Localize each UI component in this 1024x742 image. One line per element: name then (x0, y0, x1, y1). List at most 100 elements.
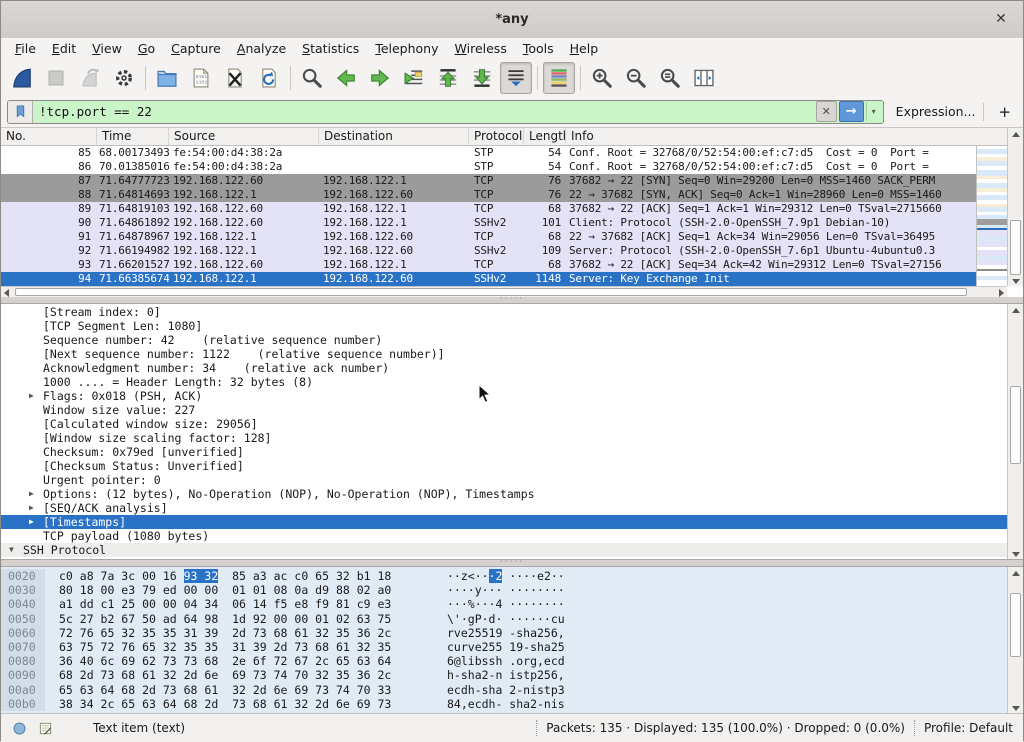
packet-row-93[interactable]: 9371.662015274192.168.122.60192.168.122.… (1, 258, 976, 272)
detail-line[interactable]: ▶Flags: 0x018 (PSH, ACK) (1, 389, 1007, 403)
go-first-button[interactable] (432, 62, 464, 94)
add-filter-button[interactable]: + (992, 103, 1017, 121)
scroll-up-arrow-icon[interactable] (1012, 308, 1020, 313)
scrollbar-thumb[interactable] (1010, 220, 1021, 276)
detail-line[interactable]: [Next sequence number: 1122 (relative se… (1, 347, 1007, 361)
zoom-original-button[interactable] (654, 62, 686, 94)
detail-line[interactable]: Urgent pointer: 0 (1, 473, 1007, 487)
menu-statistics[interactable]: Statistics (294, 39, 367, 58)
scroll-down-arrow-icon[interactable] (1012, 279, 1020, 284)
menu-file[interactable]: File (7, 39, 44, 58)
packet-row-88[interactable]: 8871.648146932192.168.122.1192.168.122.6… (1, 188, 976, 202)
column-header-no[interactable]: No. (1, 128, 97, 145)
menu-tools[interactable]: Tools (515, 39, 562, 58)
stop-capture-button[interactable] (40, 62, 72, 94)
hex-row-0030[interactable]: 003080 18 00 e3 79 ed 00 00 01 01 08 0a … (1, 583, 1007, 597)
detail-line[interactable]: [Stream index: 0] (1, 305, 1007, 319)
scroll-down-arrow-icon[interactable] (1012, 706, 1020, 711)
display-filter-input[interactable] (33, 104, 816, 119)
menu-analyze[interactable]: Analyze (229, 39, 294, 58)
packet-row-89[interactable]: 8971.648191037192.168.122.60192.168.122.… (1, 202, 976, 216)
zoom-in-button[interactable] (586, 62, 618, 94)
hex-row-00a0[interactable]: 00a065 63 64 68 2d 73 68 61 32 2d 6e 69 … (1, 683, 1007, 697)
hex-row-0060[interactable]: 006072 76 65 32 35 35 31 39 2d 73 68 61 … (1, 626, 1007, 640)
detail-line[interactable]: ▼SSH Protocol (1, 543, 1007, 557)
detail-line[interactable]: 1000 .... = Header Length: 32 bytes (8) (1, 375, 1007, 389)
detail-line[interactable]: Acknowledgment number: 34 (relative ack … (1, 361, 1007, 375)
capture-comment-button[interactable] (37, 720, 53, 736)
collapsed-triangle-icon[interactable]: ▶ (29, 501, 43, 515)
hex-row-0050[interactable]: 00505c 27 b2 67 50 ad 64 98 1d 92 00 00 … (1, 612, 1007, 626)
save-file-button[interactable]: 01011101 (185, 62, 217, 94)
column-header-length[interactable]: Length (524, 128, 566, 145)
scroll-up-arrow-icon[interactable] (1012, 571, 1020, 576)
scrollbar-thumb[interactable] (1010, 386, 1021, 465)
detail-line[interactable]: ▶Options: (12 bytes), No-Operation (NOP)… (1, 487, 1007, 501)
column-header-time[interactable]: Time (97, 128, 169, 145)
menu-view[interactable]: View (84, 39, 130, 58)
packet-row-94[interactable]: 9471.663856741192.168.122.1192.168.122.6… (1, 272, 976, 286)
detail-line[interactable]: [Window size scaling factor: 128] (1, 431, 1007, 445)
go-forward-button[interactable] (364, 62, 396, 94)
hscrollbar-thumb[interactable] (15, 288, 967, 296)
scroll-up-arrow-icon[interactable] (1012, 132, 1020, 137)
go-to-packet-button[interactable] (398, 62, 430, 94)
scrollbar-thumb[interactable] (1010, 593, 1021, 656)
detail-line[interactable]: [TCP Segment Len: 1080] (1, 319, 1007, 333)
colorize-button[interactable] (543, 62, 575, 94)
reload-file-button[interactable] (253, 62, 285, 94)
column-header-source[interactable]: Source (169, 128, 319, 145)
find-packet-button[interactable] (296, 62, 328, 94)
hex-row-0090[interactable]: 009068 2d 73 68 61 32 2d 6e 69 73 74 70 … (1, 668, 1007, 682)
collapsed-triangle-icon[interactable]: ▶ (29, 515, 43, 529)
intelligent-scrollbar-minimap[interactable] (976, 146, 1007, 286)
auto-scroll-button[interactable] (500, 62, 532, 94)
restart-capture-button[interactable] (74, 62, 106, 94)
detail-line[interactable]: [Calculated window size: 29056] (1, 417, 1007, 431)
detail-line[interactable]: [Checksum Status: Unverified] (1, 459, 1007, 473)
column-header-protocol[interactable]: Protocol (469, 128, 524, 145)
detail-line[interactable]: Sequence number: 42 (relative sequence n… (1, 333, 1007, 347)
zoom-out-button[interactable] (620, 62, 652, 94)
close-file-button[interactable] (219, 62, 251, 94)
menu-help[interactable]: Help (562, 39, 607, 58)
detail-line[interactable]: ▶[SEQ/ACK analysis] (1, 501, 1007, 515)
go-back-button[interactable] (330, 62, 362, 94)
menu-wireless[interactable]: Wireless (447, 39, 515, 58)
hex-row-0080[interactable]: 008036 40 6c 69 62 73 73 68 2e 6f 72 67 … (1, 654, 1007, 668)
expert-info-button[interactable] (11, 720, 27, 736)
column-header-info[interactable]: Info (566, 128, 1007, 145)
menu-telephony[interactable]: Telephony (367, 39, 446, 58)
open-file-button[interactable] (151, 62, 183, 94)
packet-list-vscrollbar[interactable] (1007, 128, 1023, 286)
packet-row-92[interactable]: 9271.661949820192.168.122.1192.168.122.6… (1, 244, 976, 258)
go-last-button[interactable] (466, 62, 498, 94)
hex-row-0040[interactable]: 0040a1 dd c1 25 00 00 04 34 06 14 f5 e8 … (1, 597, 1007, 611)
details-vscrollbar[interactable] (1007, 304, 1023, 559)
collapsed-triangle-icon[interactable]: ▶ (29, 487, 43, 501)
detail-line[interactable]: TCP payload (1080 bytes) (1, 529, 1007, 543)
close-window-button[interactable]: ✕ (992, 10, 1010, 28)
hex-row-0020[interactable]: 0020c0 a8 7a 3c 00 16 93 32 85 a3 ac c0 … (1, 569, 1007, 583)
hex-row-0070[interactable]: 007063 75 72 76 65 32 35 35 31 39 2d 73 … (1, 640, 1007, 654)
menu-capture[interactable]: Capture (163, 39, 229, 58)
packet-row-90[interactable]: 9071.648618924192.168.122.60192.168.122.… (1, 216, 976, 230)
expanded-triangle-icon[interactable]: ▼ (9, 543, 23, 557)
menu-edit[interactable]: Edit (44, 39, 84, 58)
detail-line[interactable]: Window size value: 227 (1, 403, 1007, 417)
filter-apply-button[interactable]: → (839, 101, 864, 122)
scroll-down-arrow-icon[interactable] (1012, 552, 1020, 557)
filter-clear-button[interactable]: ✕ (816, 101, 837, 122)
menu-go[interactable]: Go (130, 39, 163, 58)
packet-row-91[interactable]: 9171.648789678192.168.122.1192.168.122.6… (1, 230, 976, 244)
packet-row-86[interactable]: 8670.013850163fe:54:00:d4:38:2aSTP54Conf… (1, 160, 976, 174)
column-header-destination[interactable]: Destination (319, 128, 469, 145)
hex-row-00b0[interactable]: 00b038 34 2c 65 63 64 68 2d 73 68 61 32 … (1, 697, 1007, 711)
scroll-left-arrow-icon[interactable] (4, 289, 9, 297)
hex-vscrollbar[interactable] (1007, 567, 1023, 713)
collapsed-triangle-icon[interactable]: ▶ (29, 389, 43, 403)
resize-columns-button[interactable] (688, 62, 720, 94)
scroll-right-arrow-icon[interactable] (999, 289, 1004, 297)
packet-row-87[interactable]: 8771.647777234192.168.122.60192.168.122.… (1, 174, 976, 188)
expression-button[interactable]: Expression... (896, 104, 976, 119)
